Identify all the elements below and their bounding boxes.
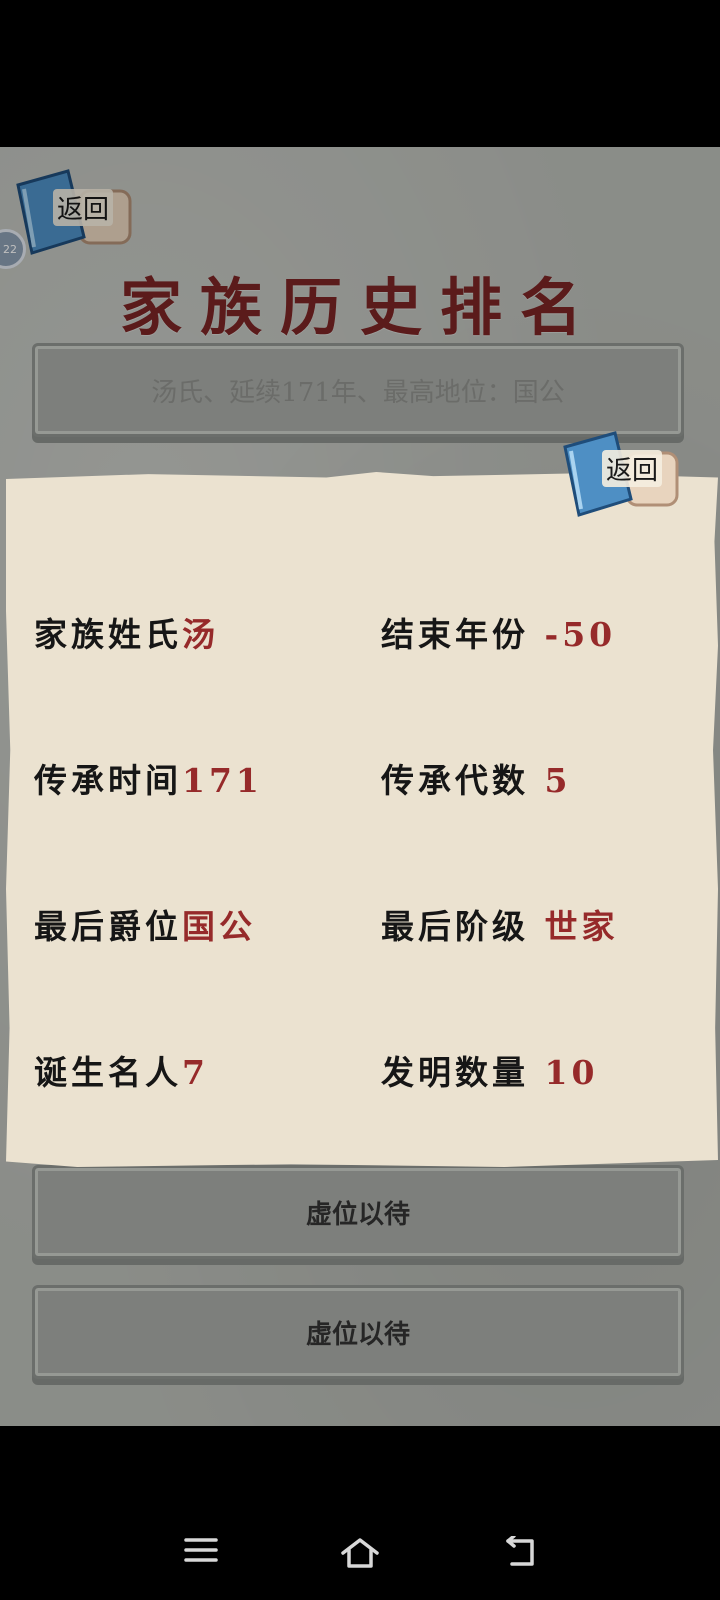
system-nav-bar: [0, 1426, 720, 1600]
panel-back-button[interactable]: 返回: [557, 425, 683, 517]
stat-last-title: 最后爵位国公: [34, 907, 256, 946]
menu-icon[interactable]: [184, 1536, 218, 1564]
home-icon[interactable]: [340, 1536, 380, 1568]
stat-end-year: 结束年份 -50: [381, 615, 617, 654]
stat-famous-people: 诞生名人7: [34, 1053, 209, 1092]
stat-inheritance-time: 传承时间171: [34, 761, 263, 800]
back-icon[interactable]: [502, 1536, 538, 1568]
stat-last-class: 最后阶级 世家: [381, 907, 619, 946]
stat-inventions: 发明数量 10: [381, 1053, 599, 1092]
stat-generations: 传承代数 5: [381, 761, 572, 800]
stat-family-surname: 家族姓氏汤: [34, 615, 219, 654]
back-label: 返回: [601, 449, 662, 487]
